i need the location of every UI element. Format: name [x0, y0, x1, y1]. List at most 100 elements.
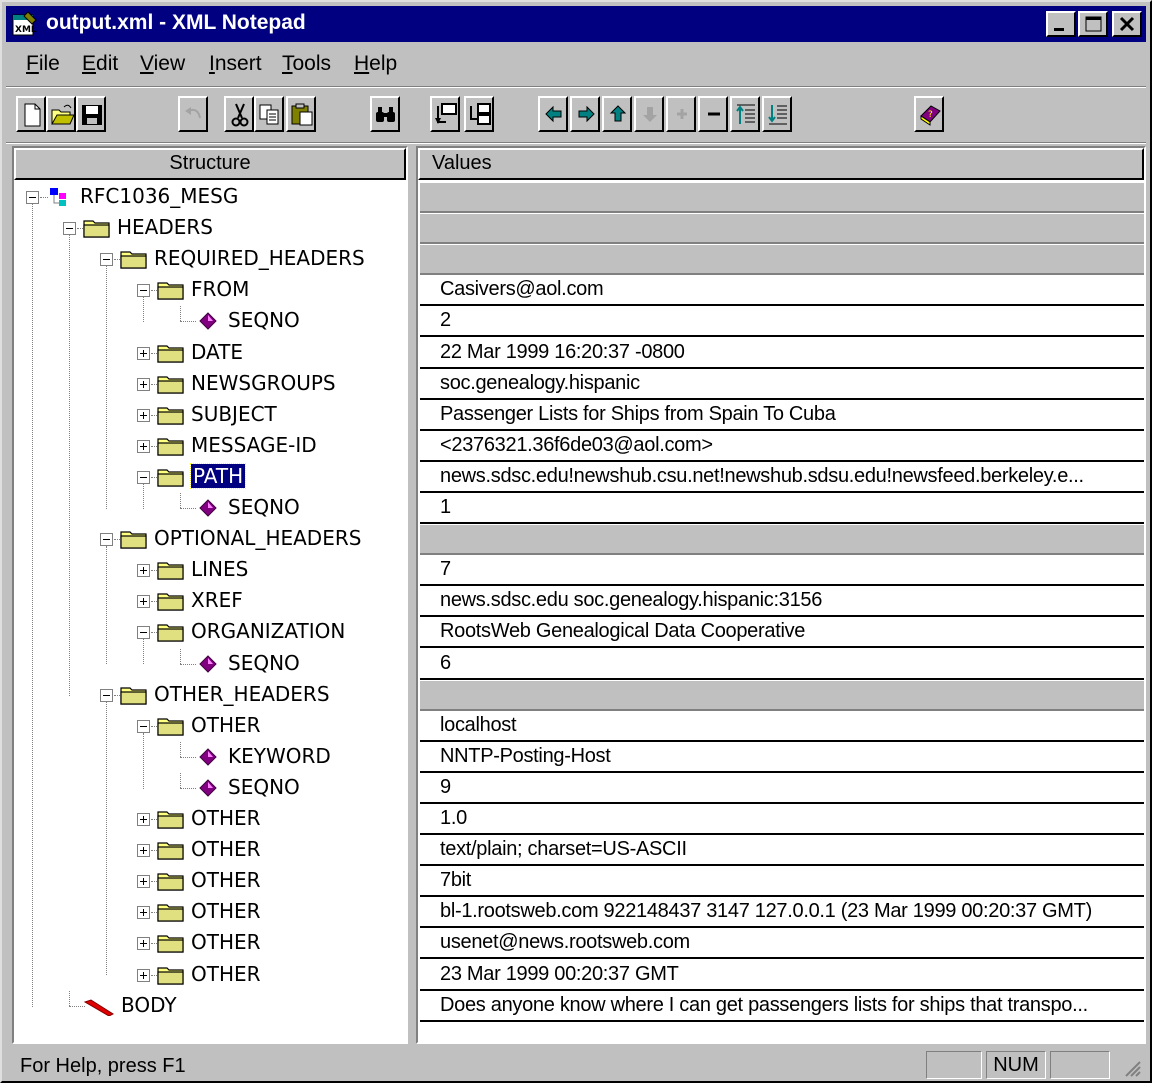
expand-all-button[interactable]	[730, 96, 760, 132]
tree-node[interactable]: REQUIRED_HEADERS	[14, 244, 406, 275]
collapse-toggle[interactable]	[26, 191, 39, 204]
tree-node[interactable]: MESSAGE-ID	[14, 431, 406, 462]
collapse-toggle[interactable]	[100, 688, 113, 702]
value-cell[interactable]: NNTP-Posting-Host	[420, 741, 1144, 773]
value-row-empty[interactable]	[420, 244, 1144, 276]
tree-node-label[interactable]: RFC1036_MESG	[80, 184, 238, 208]
value-cell[interactable]: <2376321.36f6de03@aol.com>	[420, 430, 1144, 462]
menu-tools[interactable]: Tools	[282, 52, 331, 76]
tree-node[interactable]: FROM	[14, 275, 406, 306]
title-bar[interactable]: XML output.xml - XML Notepad	[6, 6, 1146, 42]
tree-node-label[interactable]: OTHER	[191, 962, 261, 986]
move-up-button[interactable]	[602, 96, 632, 132]
tree-node-label[interactable]: DATE	[191, 340, 243, 364]
tree-node-label[interactable]: ORGANIZATION	[191, 619, 345, 643]
tree-node-label[interactable]: XREF	[191, 588, 243, 612]
expand-toggle[interactable]	[137, 439, 150, 453]
tree-node[interactable]: OTHER	[14, 960, 406, 991]
cut-button[interactable]	[224, 96, 254, 132]
tree-node-label[interactable]: OTHER	[191, 868, 261, 892]
value-cell[interactable]: bl-1.rootsweb.com 922148437 3147 127.0.0…	[420, 897, 1144, 929]
collapse-all-button[interactable]	[762, 96, 792, 132]
value-cell[interactable]: localhost	[420, 710, 1144, 742]
value-cell[interactable]: Casivers@aol.com	[420, 275, 1144, 307]
help-button[interactable]: ?	[914, 96, 944, 132]
expand-toggle[interactable]	[137, 844, 150, 858]
collapse-toggle[interactable]	[137, 284, 150, 298]
value-cell[interactable]: 23 Mar 1999 00:20:37 GMT	[420, 959, 1144, 991]
expand-toggle[interactable]	[137, 875, 150, 889]
tree-node[interactable]: SEQNO	[14, 648, 406, 680]
tree-node-label[interactable]: REQUIRED_HEADERS	[154, 246, 365, 270]
tree-node-label[interactable]: OTHER	[191, 899, 261, 923]
value-cell[interactable]: usenet@news.rootsweb.com	[420, 928, 1144, 960]
tree-node[interactable]: SEQNO	[14, 306, 406, 337]
tree-node[interactable]: BODY	[14, 990, 406, 1022]
value-cell[interactable]: 22 Mar 1999 16:20:37 -0800	[420, 337, 1144, 369]
minimize-button[interactable]	[1046, 11, 1076, 37]
tree-node-label[interactable]: OTHER_HEADERS	[154, 682, 330, 706]
value-row-empty[interactable]	[420, 524, 1144, 556]
structure-pane[interactable]: Structure RFC1036_MESG HEADERS REQUIRED_HE…	[12, 146, 408, 1044]
value-row-empty[interactable]	[420, 679, 1144, 711]
tree-node-label[interactable]: NEWSGROUPS	[191, 371, 336, 395]
expand-toggle[interactable]	[137, 968, 150, 982]
menu-help[interactable]: Help	[354, 52, 397, 76]
tree-node[interactable]: OTHER	[14, 804, 406, 835]
tree-node-label[interactable]: BODY	[121, 993, 177, 1017]
move-left-button[interactable]	[538, 96, 568, 132]
tree-node-label[interactable]: SEQNO	[228, 651, 300, 675]
tree-node-label[interactable]: OTHER	[191, 713, 261, 737]
maximize-button[interactable]	[1078, 11, 1108, 37]
menu-edit[interactable]: Edit	[82, 52, 118, 76]
expand-toggle[interactable]	[137, 346, 150, 360]
find-button[interactable]	[370, 96, 400, 132]
expand-toggle[interactable]	[137, 408, 150, 422]
tree-node-label[interactable]: SUBJECT	[191, 402, 277, 426]
tree-node[interactable]: OTHER	[14, 835, 406, 866]
value-cell[interactable]: soc.genealogy.hispanic	[420, 368, 1144, 400]
tree-node-label[interactable]: HEADERS	[117, 215, 213, 239]
collapse-button[interactable]	[698, 96, 728, 132]
tree-node-label[interactable]: PATH	[189, 462, 247, 489]
value-cell[interactable]: 2	[420, 306, 1144, 338]
tree-node[interactable]: OTHER	[14, 866, 406, 897]
value-cell[interactable]: Does anyone know where I can get passeng…	[420, 990, 1144, 1022]
resize-grip-icon[interactable]	[1122, 1058, 1142, 1078]
tree-node[interactable]: OTHER	[14, 897, 406, 928]
tree-node-label[interactable]: KEYWORD	[228, 744, 331, 768]
value-cell[interactable]: news.sdsc.edu!newshub.csu.net!newshub.sd…	[420, 461, 1144, 493]
tree-node[interactable]: OTHER	[14, 711, 406, 742]
expand-toggle[interactable]	[137, 377, 150, 391]
tree-node-label[interactable]: SEQNO	[228, 308, 300, 332]
value-cell[interactable]: 9	[420, 772, 1144, 804]
value-row-empty[interactable]	[420, 182, 1144, 213]
tree-node[interactable]: PATH	[14, 462, 406, 493]
expand-toggle[interactable]	[137, 937, 150, 951]
tree-node-label[interactable]: SEQNO	[228, 495, 300, 519]
tree-node[interactable]: SEQNO	[14, 493, 406, 524]
menu-view[interactable]: View	[140, 52, 185, 76]
collapse-toggle[interactable]	[137, 719, 150, 733]
value-cell[interactable]: RootsWeb Genealogical Data Cooperative	[420, 617, 1144, 649]
close-button[interactable]	[1112, 11, 1142, 37]
open-button[interactable]	[46, 96, 76, 132]
tree-node-label[interactable]: OTHER	[191, 930, 261, 954]
collapse-toggle[interactable]	[63, 222, 76, 236]
value-cell[interactable]: 7	[420, 555, 1144, 587]
menu-insert[interactable]: Insert	[209, 52, 262, 76]
value-row-empty[interactable]	[420, 213, 1144, 245]
collapse-toggle[interactable]	[100, 533, 113, 547]
expand-button[interactable]	[666, 96, 696, 132]
tree-node-label[interactable]: OTHER	[191, 806, 261, 830]
move-right-button[interactable]	[570, 96, 600, 132]
collapse-toggle[interactable]	[100, 253, 113, 267]
tree-node[interactable]: SUBJECT	[14, 400, 406, 431]
value-cell[interactable]: 1	[420, 493, 1144, 524]
expand-toggle[interactable]	[137, 564, 150, 578]
value-cell[interactable]: news.sdsc.edu soc.genealogy.hispanic:315…	[420, 586, 1144, 618]
structure-column-header[interactable]: Structure	[14, 148, 406, 180]
tree-node[interactable]: XREF	[14, 586, 406, 617]
menu-file[interactable]: File	[26, 52, 60, 76]
collapse-toggle[interactable]	[137, 626, 150, 640]
